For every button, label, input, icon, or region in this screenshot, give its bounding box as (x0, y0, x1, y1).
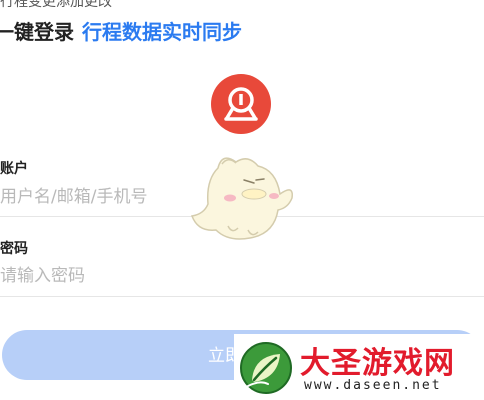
password-divider (0, 296, 484, 297)
watermark-title: 大圣游戏网 (300, 346, 455, 381)
title-sync-slogan: 行程数据实时同步 (82, 20, 242, 44)
railway-logo-icon (211, 74, 271, 134)
watermark-url: www.daseen.net (304, 378, 442, 393)
account-label: 账户 (0, 161, 28, 177)
top-cut-text: 行程变更添加更改 (0, 0, 112, 10)
leaf-logo-icon (238, 340, 294, 396)
page-title: 一键登录 行程数据实时同步 (0, 16, 242, 45)
site-watermark: 大圣游戏网 www.daseen.net (234, 334, 484, 400)
password-input[interactable] (0, 261, 484, 291)
chick-mascot-icon (188, 150, 296, 246)
title-one-click-login: 一键登录 (0, 20, 74, 44)
login-page: 行程变更添加更改 一键登录行程数据实时同步 账户 密码 立即登录 (0, 0, 484, 400)
password-label: 密码 (0, 241, 28, 257)
